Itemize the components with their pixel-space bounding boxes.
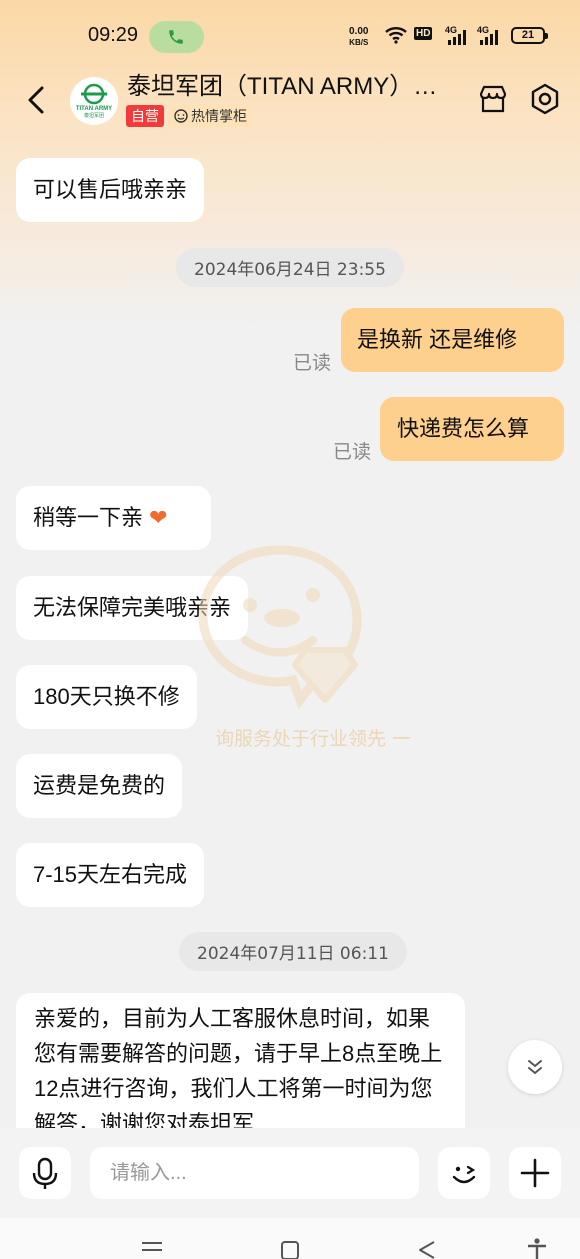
back-button[interactable] [22,80,52,120]
active-call-pill[interactable] [149,21,204,53]
scroll-to-bottom-button[interactable] [508,1040,562,1094]
back-triangle-icon[interactable] [417,1240,437,1259]
settings-button[interactable] [528,82,562,116]
message-input[interactable] [90,1147,419,1199]
hd-voice-badge: HD [414,27,433,40]
wifi-icon [385,27,407,44]
shop-logo[interactable]: TITAN ARMY 泰坦军团 [70,77,118,125]
timestamp: 2024年06月24日 23:55 [176,248,404,287]
signal-icon-2 [480,30,498,45]
input-bar [0,1128,580,1218]
message-bubble[interactable]: 7-15天左右完成 [16,843,205,907]
net-speed-unit: KB/S [349,38,369,47]
store-button[interactable] [476,82,510,116]
net-speed-value: 0.00 [349,26,369,37]
heart-emoji-icon: ❤ [149,505,168,530]
host-badge-label: 热情掌柜 [191,109,247,125]
message-bubble[interactable]: 180天只换不修 [16,665,197,729]
message-bubble[interactable]: 无法保障完美哦亲亲 [16,576,249,640]
signal-icon [448,30,466,45]
gear-icon [531,83,559,115]
emoji-button[interactable] [438,1147,490,1199]
status-time: 09:29 [88,24,139,46]
phone-icon [169,30,183,44]
self-operated-badge: 自营 [126,105,164,127]
timestamp: 2024年07月11日 06:11 [179,932,407,971]
plus-icon [520,1158,550,1188]
battery-indicator: 21 [511,27,548,44]
more-options-button[interactable] [509,1147,561,1199]
double-chevron-down-icon [528,1060,542,1075]
accessibility-icon[interactable] [526,1238,548,1259]
message-text: 稍等一下亲 [33,505,144,530]
menu-icon[interactable] [141,1240,163,1259]
titan-army-logo-icon: TITAN ARMY 泰坦军团 [70,77,118,125]
watermark-text: 询服务处于行业领先 一 [215,728,412,750]
net-speed-indicator: 0.00 KB/S [349,26,368,48]
store-icon [479,85,507,113]
smile-face-icon [173,109,189,123]
message-bubble[interactable]: 亲爱的，目前为人工客服休息时间，如果您有需要解答的问题，请于早上8点至晚上12点… [16,993,465,1128]
logo-text: TITAN ARMY [76,106,112,112]
message-bubble[interactable]: 运费是免费的 [16,754,183,818]
message-bubble[interactable]: 快递费怎么算 [380,397,564,461]
read-receipt: 已读 [293,352,332,374]
microphone-icon [32,1157,58,1189]
chevron-left-icon [28,86,44,114]
message-bubble[interactable]: 是换新 还是维修 [341,308,564,372]
message-bubble[interactable]: 可以售后哦亲亲 [16,158,205,222]
voice-input-button[interactable] [19,1147,71,1199]
host-badge: 热情掌柜 [169,105,252,127]
wink-emoji-icon [452,1165,476,1184]
chat-header: TITAN ARMY 泰坦军团 泰坦军团（TITAN ARMY）… 自营 热情掌… [0,60,580,140]
read-receipt: 已读 [333,441,372,463]
chat-messages[interactable]: 可以售后哦亲亲 2024年06月24日 23:55 已读 是换新 还是维修 已读… [0,140,580,1128]
system-nav-bar [0,1218,580,1259]
shop-name[interactable]: 泰坦军团（TITAN ARMY）… [127,66,437,101]
logo-subtext: 泰坦军团 [84,112,104,119]
message-bubble[interactable]: 稍等一下亲 ❤ [16,486,211,550]
home-icon[interactable] [280,1240,300,1259]
